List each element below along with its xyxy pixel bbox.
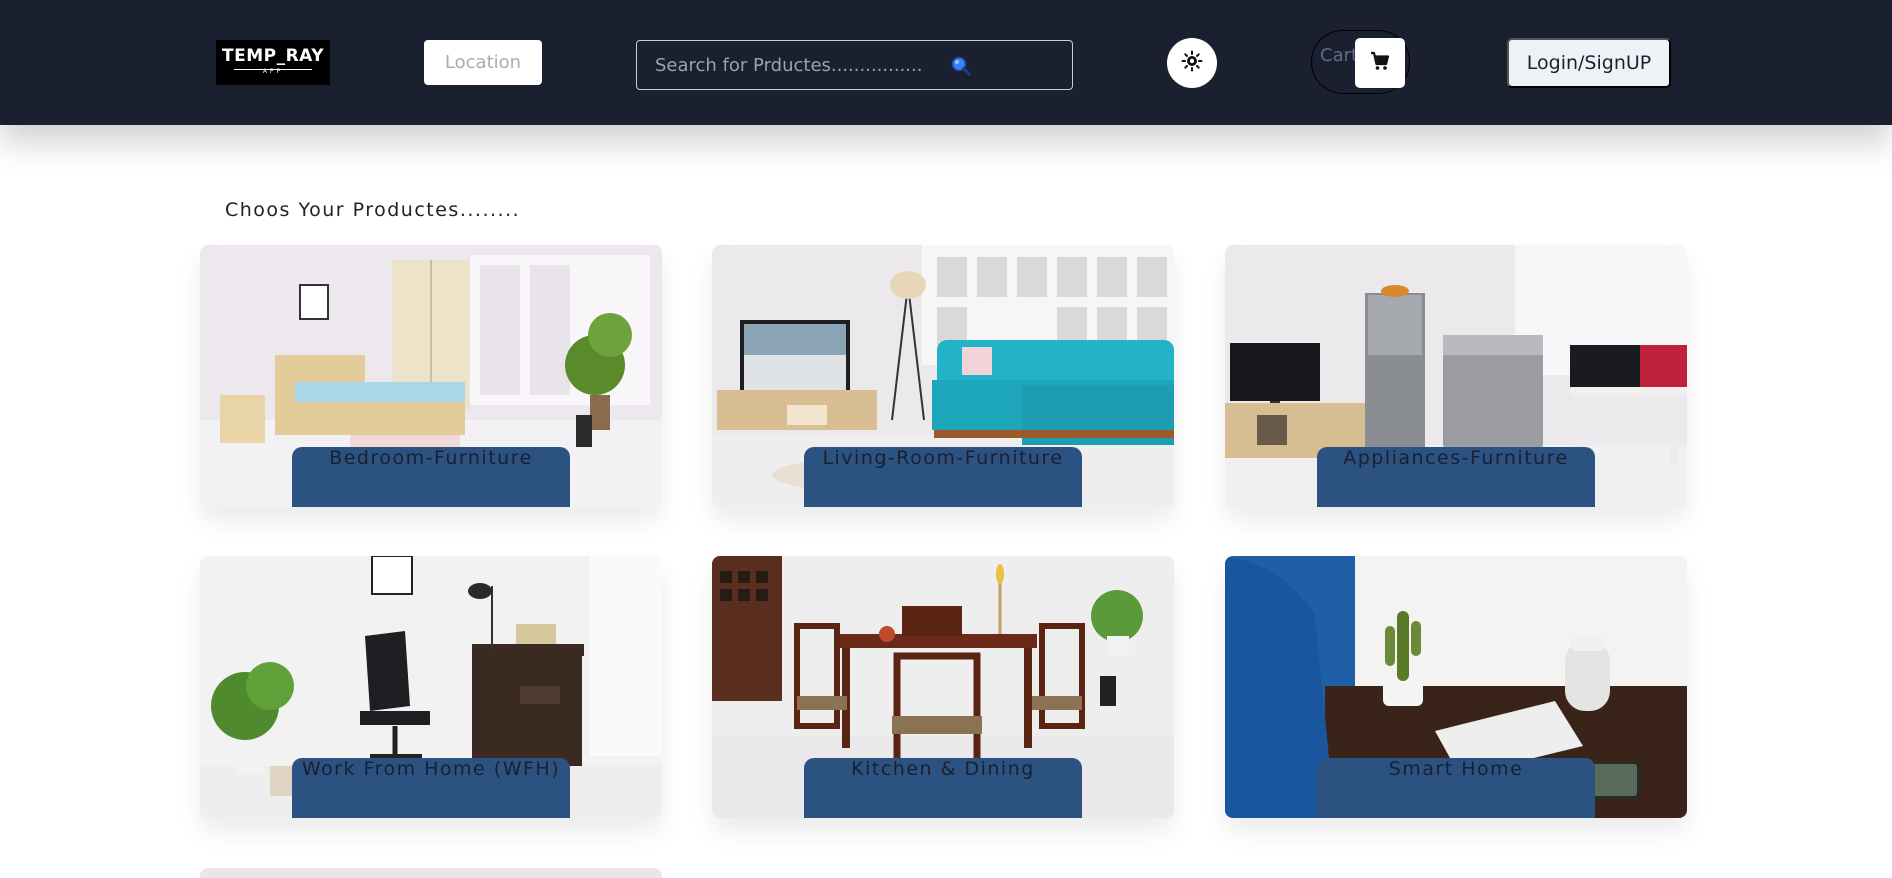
- category-card-smart-home[interactable]: Smart Home: [1225, 556, 1687, 818]
- brand-logo[interactable]: TEMP_RAY APP: [216, 40, 330, 85]
- cart-container: Cart: [1311, 30, 1410, 94]
- category-label: Smart Home: [1317, 758, 1595, 818]
- theme-toggle-button[interactable]: [1167, 38, 1217, 88]
- search-input[interactable]: [655, 41, 955, 89]
- search-icon[interactable]: [948, 53, 974, 79]
- cart-label: Cart: [1320, 45, 1359, 66]
- logo-text: TEMP_RAY: [221, 46, 324, 66]
- search-bar: [636, 40, 1073, 90]
- category-label: Kitchen & Dining: [804, 758, 1082, 818]
- page-title: Choos Your Productes........: [225, 199, 521, 221]
- cart-icon: [1369, 50, 1391, 76]
- category-label: Appliances-Furniture: [1317, 447, 1595, 507]
- category-card-living-room[interactable]: Living-Room-Furniture: [712, 245, 1174, 507]
- next-row-card-peek: [200, 868, 662, 878]
- cart-button[interactable]: [1355, 38, 1405, 88]
- category-label: Living-Room-Furniture: [804, 447, 1082, 507]
- location-button[interactable]: Location: [424, 40, 542, 85]
- login-signup-button[interactable]: Login/SignUP: [1507, 38, 1671, 88]
- category-card-kitchen-dining[interactable]: Kitchen & Dining: [712, 556, 1174, 818]
- category-label: Work From Home (WFH): [292, 758, 570, 818]
- sun-icon: [1181, 50, 1203, 76]
- category-card-bedroom[interactable]: Bedroom-Furniture: [200, 245, 662, 507]
- category-card-appliances[interactable]: Appliances-Furniture: [1225, 245, 1687, 507]
- category-card-wfh[interactable]: Work From Home (WFH): [200, 556, 662, 818]
- category-label: Bedroom-Furniture: [292, 447, 570, 507]
- navbar: TEMP_RAY APP Location Search for Prducte…: [0, 0, 1892, 125]
- logo-divider: [234, 69, 312, 70]
